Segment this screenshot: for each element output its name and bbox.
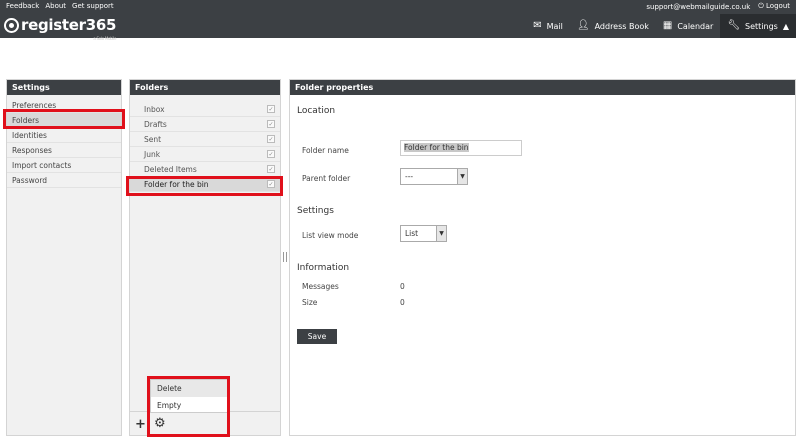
folder-name: Drafts (144, 120, 167, 129)
subscribe-checkbox[interactable]: ✓ (267, 180, 275, 188)
folder-actions-menu: Delete Empty (150, 379, 228, 413)
menu-item-delete[interactable]: Delete (151, 380, 227, 397)
settings-item-responses[interactable]: Responses (7, 143, 121, 158)
main-nav: ✉ Mail 👤︎ Address Book ▦ Calendar 🔧︎ Set… (526, 14, 796, 38)
settings-section-title: Settings (297, 206, 334, 216)
person-icon: 👤︎ (576, 20, 590, 31)
account-links: support@webmailguide.co.uk ⏻ Logout (646, 2, 790, 11)
nav-settings-label: Settings (745, 21, 778, 31)
folder-list: Inbox ✓ Drafts ✓ Sent ✓ Junk ✓ Deleted I… (130, 102, 280, 192)
location-section-title: Location (297, 106, 336, 116)
folder-row-sent[interactable]: Sent ✓ (130, 132, 280, 147)
logout-button[interactable]: ⏻ Logout (758, 2, 790, 11)
settings-item-identities[interactable]: Identities (7, 128, 121, 143)
top-links: Feedback About Get support (6, 2, 114, 10)
subscribe-checkbox[interactable]: ✓ (267, 105, 275, 113)
messages-count: 0 (400, 282, 405, 291)
settings-item-password[interactable]: Password (7, 173, 121, 188)
wrench-icon: 🔧︎ (727, 20, 741, 31)
nav-calendar-label: Calendar (677, 21, 714, 31)
list-view-mode-select[interactable]: List ▼ (400, 225, 447, 242)
power-icon: ⏻ (758, 2, 764, 10)
nav-mail[interactable]: ✉ Mail (526, 14, 570, 38)
add-folder-button[interactable]: + (135, 418, 146, 431)
list-view-mode-value: List (405, 229, 419, 238)
about-link[interactable]: About (45, 2, 66, 10)
settings-panel-title: Settings (7, 80, 121, 95)
nav-mail-label: Mail (546, 21, 563, 31)
folder-row-folder-for-the-bin[interactable]: Folder for the bin ✓ (130, 177, 280, 192)
subscribe-checkbox[interactable]: ✓ (267, 150, 275, 158)
folders-toolbar: + ⚙ (130, 411, 280, 435)
top-bar: Feedback About Get support support@webma… (0, 0, 796, 41)
messages-label: Messages (302, 282, 339, 291)
subscribe-checkbox[interactable]: ✓ (267, 135, 275, 143)
folder-actions-gear-icon[interactable]: ⚙ (154, 417, 166, 430)
settings-item-import-contacts[interactable]: Import contacts (7, 158, 121, 173)
folder-name-input[interactable]: Folder for the bin (400, 140, 522, 156)
folder-name: Deleted Items (144, 165, 197, 174)
settings-panel: Settings Preferences Folders Identities … (6, 79, 122, 436)
calendar-icon: ▦ (662, 20, 673, 31)
logo-name: register365 (21, 16, 117, 34)
folder-row-inbox[interactable]: Inbox ✓ (130, 102, 280, 117)
folder-name-value: Folder for the bin (404, 143, 469, 152)
settings-item-folders[interactable]: Folders (7, 113, 121, 128)
user-email[interactable]: support@webmailguide.co.uk (646, 3, 750, 11)
settings-list: Preferences Folders Identities Responses… (7, 98, 121, 188)
folder-row-deleted-items[interactable]: Deleted Items ✓ (130, 162, 280, 177)
save-button[interactable]: Save (297, 329, 337, 344)
size-label: Size (302, 298, 318, 307)
settings-item-preferences[interactable]: Preferences (7, 98, 121, 113)
logo[interactable]: register365 a Solo Mobile (4, 16, 117, 41)
chevron-down-icon: ▼ (457, 169, 467, 184)
chevron-down-icon: ▼ (436, 226, 446, 241)
folder-name-label: Folder name (302, 146, 349, 155)
logo-tagline: a Solo Mobile (93, 36, 117, 41)
logo-text: register365 a Solo Mobile (21, 16, 117, 41)
size-value: 0 (400, 298, 405, 307)
nav-address-book[interactable]: 👤︎ Address Book (570, 14, 656, 38)
logout-label: Logout (766, 2, 790, 10)
parent-folder-select[interactable]: --- ▼ (400, 168, 468, 185)
folder-name: Folder for the bin (144, 180, 209, 189)
folder-name: Junk (144, 150, 161, 159)
parent-folder-value: --- (405, 172, 414, 181)
information-section-title: Information (297, 263, 350, 273)
get-support-link[interactable]: Get support (72, 2, 114, 10)
folders-panel-title: Folders (130, 80, 280, 95)
folder-row-junk[interactable]: Junk ✓ (130, 147, 280, 162)
menu-item-empty[interactable]: Empty (151, 397, 227, 414)
caret-up-icon: ▲ (782, 21, 789, 31)
folder-row-drafts[interactable]: Drafts ✓ (130, 117, 280, 132)
folder-name: Sent (144, 135, 162, 144)
logo-icon (4, 17, 19, 33)
folder-properties-panel: Folder properties Location Folder name F… (289, 79, 796, 436)
panel-splitter[interactable] (283, 252, 287, 262)
subscribe-checkbox[interactable]: ✓ (267, 120, 275, 128)
nav-calendar[interactable]: ▦ Calendar (656, 14, 720, 38)
subscribe-checkbox[interactable]: ✓ (267, 165, 275, 173)
folder-name: Inbox (144, 105, 165, 114)
folder-properties-title: Folder properties (290, 80, 795, 95)
parent-folder-label: Parent folder (302, 174, 351, 183)
nav-settings[interactable]: 🔧︎ Settings ▲ (720, 14, 796, 38)
feedback-link[interactable]: Feedback (6, 2, 39, 10)
envelope-icon: ✉ (533, 20, 542, 31)
list-view-mode-label: List view mode (302, 231, 359, 240)
nav-address-book-label: Address Book (594, 21, 649, 31)
